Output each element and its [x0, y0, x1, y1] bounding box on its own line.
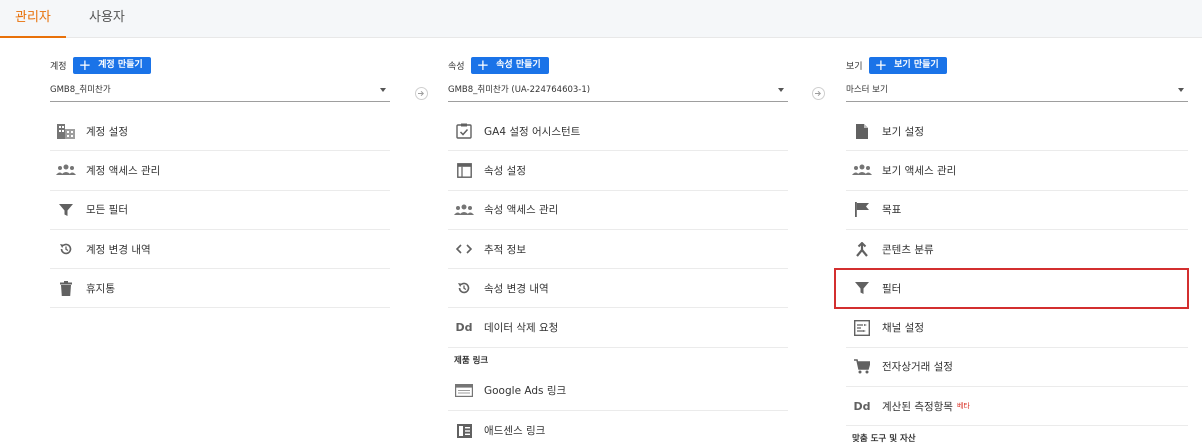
custom-tools-heading: 맞춤 도구 및 자산 — [852, 434, 916, 445]
create-property-label: 속성 만들기 — [496, 59, 541, 70]
filter-icon — [56, 200, 76, 220]
menu-item-label: 휴지통 — [86, 282, 115, 295]
menu-item-label: GA4 설정 어시스턴트 — [484, 125, 581, 138]
menu-item-account-settings[interactable]: 계정 설정 — [50, 112, 390, 152]
data-deletion-icon: Dd — [455, 321, 473, 335]
menu-item-label: 콘텐츠 분류 — [882, 243, 934, 256]
create-view-button[interactable]: + 보기 만들기 — [868, 55, 947, 74]
menu-item-label: 속성 변경 내역 — [484, 282, 549, 295]
menu-item-label: 애드센스 링크 — [484, 425, 546, 438]
code-icon — [454, 239, 474, 259]
menu-item-label: 추적 정보 — [484, 243, 526, 256]
property-column-label: 속성 — [448, 61, 465, 72]
menu-item-content-grouping[interactable]: 콘텐츠 분류 — [846, 230, 1188, 270]
account-column-label: 계정 — [50, 61, 67, 72]
dropdown-caret-icon — [1178, 88, 1184, 92]
menu-item-filters[interactable]: 필터 — [834, 268, 1189, 310]
menu-item-account-access[interactable]: 계정 액세스 관리 — [50, 151, 390, 191]
cart-icon — [852, 357, 872, 377]
dropdown-caret-icon — [778, 88, 784, 92]
plus-icon: + — [874, 55, 888, 74]
menu-item-label: 보기 설정 — [882, 125, 924, 138]
menu-item-calculated-metrics[interactable]: Dd 계산된 측정항목 베타 — [846, 387, 1188, 427]
menu-item-property-access[interactable]: 속성 액세스 관리 — [448, 191, 788, 230]
beta-badge: 베타 — [956, 402, 970, 411]
tab-user[interactable]: 사용자 — [74, 0, 140, 38]
menu-item-label: 계산된 측정항목 — [882, 400, 953, 413]
create-property-button[interactable]: + 속성 만들기 — [470, 55, 549, 74]
menu-item-label: 전자상거래 설정 — [882, 361, 953, 374]
adsense-icon — [454, 421, 474, 441]
arrow-right-icon — [415, 87, 428, 100]
menu-item-goals[interactable]: 목표 — [846, 191, 1188, 230]
property-selector[interactable]: GMB8_취미찬가 (UA-224764603-1) — [448, 82, 788, 102]
menu-item-property-history[interactable]: 속성 변경 내역 — [448, 269, 788, 309]
menu-item-label: 필터 — [882, 282, 902, 295]
view-column-label: 보기 — [846, 61, 863, 72]
calculated-metric-icon: Dd — [853, 399, 871, 413]
create-view-label: 보기 만들기 — [894, 59, 939, 70]
menu-item-label: 채널 설정 — [882, 322, 924, 335]
menu-item-label: 데이터 삭제 요청 — [484, 322, 559, 335]
tab-admin[interactable]: 관리자 — [0, 0, 66, 38]
menu-item-label: Google Ads 링크 — [484, 385, 567, 398]
menu-item-channel-settings[interactable]: 채널 설정 — [846, 308, 1188, 348]
product-links-heading: 제품 링크 — [454, 355, 489, 366]
history-icon — [454, 278, 474, 298]
checklist-icon — [454, 121, 474, 141]
dropdown-caret-icon — [380, 88, 386, 92]
menu-item-adsense-links[interactable]: 애드센스 링크 — [448, 411, 788, 448]
menu-item-view-access[interactable]: 보기 액세스 관리 — [846, 151, 1188, 191]
document-icon — [852, 121, 872, 141]
menu-item-all-filters[interactable]: 모든 필터 — [50, 191, 390, 230]
flag-icon — [852, 200, 872, 220]
menu-item-label: 속성 설정 — [484, 164, 526, 177]
property-selector-value: GMB8_취미찬가 (UA-224764603-1) — [448, 85, 591, 95]
create-account-button[interactable]: + 계정 만들기 — [72, 55, 151, 74]
menu-item-label: 보기 액세스 관리 — [882, 164, 957, 177]
menu-item-label: 계정 변경 내역 — [86, 243, 151, 256]
menu-item-google-ads-links[interactable]: Google Ads 링크 — [448, 372, 788, 412]
grouping-icon — [852, 239, 872, 259]
menu-item-label: 속성 액세스 관리 — [484, 204, 559, 217]
menu-item-data-deletion[interactable]: Dd 데이터 삭제 요청 — [448, 308, 788, 348]
people-icon — [56, 160, 76, 180]
filter-icon — [852, 278, 872, 298]
trash-icon — [56, 278, 76, 298]
create-account-label: 계정 만들기 — [98, 59, 143, 70]
menu-item-label: 계정 설정 — [86, 125, 128, 138]
menu-item-trash[interactable]: 휴지통 — [50, 269, 390, 309]
plus-icon: + — [78, 55, 92, 74]
plus-icon: + — [476, 55, 490, 74]
menu-item-ga4-setup-assistant[interactable]: GA4 설정 어시스턴트 — [448, 112, 788, 152]
account-selector[interactable]: GMB8_취미찬가 — [50, 82, 390, 102]
menu-item-label: 모든 필터 — [86, 204, 128, 217]
history-icon — [56, 239, 76, 259]
building-icon — [56, 121, 76, 141]
menu-item-view-settings[interactable]: 보기 설정 — [846, 112, 1188, 152]
channel-icon — [852, 318, 872, 338]
menu-item-label: 목표 — [882, 204, 902, 217]
menu-item-tracking-info[interactable]: 추적 정보 — [448, 230, 788, 270]
account-selector-value: GMB8_취미찬가 — [50, 85, 111, 95]
view-selector[interactable]: 마스터 보기 — [846, 82, 1188, 102]
window-icon — [454, 160, 474, 180]
menu-item-property-settings[interactable]: 속성 설정 — [448, 151, 788, 191]
people-icon — [852, 160, 872, 180]
people-icon — [454, 200, 474, 220]
menu-item-ecommerce-settings[interactable]: 전자상거래 설정 — [846, 348, 1188, 388]
view-selector-value: 마스터 보기 — [846, 85, 888, 95]
google-ads-icon — [454, 381, 474, 401]
menu-item-account-history[interactable]: 계정 변경 내역 — [50, 230, 390, 270]
tab-bar: 관리자 사용자 — [0, 0, 1202, 38]
arrow-right-icon — [812, 87, 825, 100]
menu-item-label: 계정 액세스 관리 — [86, 164, 161, 177]
